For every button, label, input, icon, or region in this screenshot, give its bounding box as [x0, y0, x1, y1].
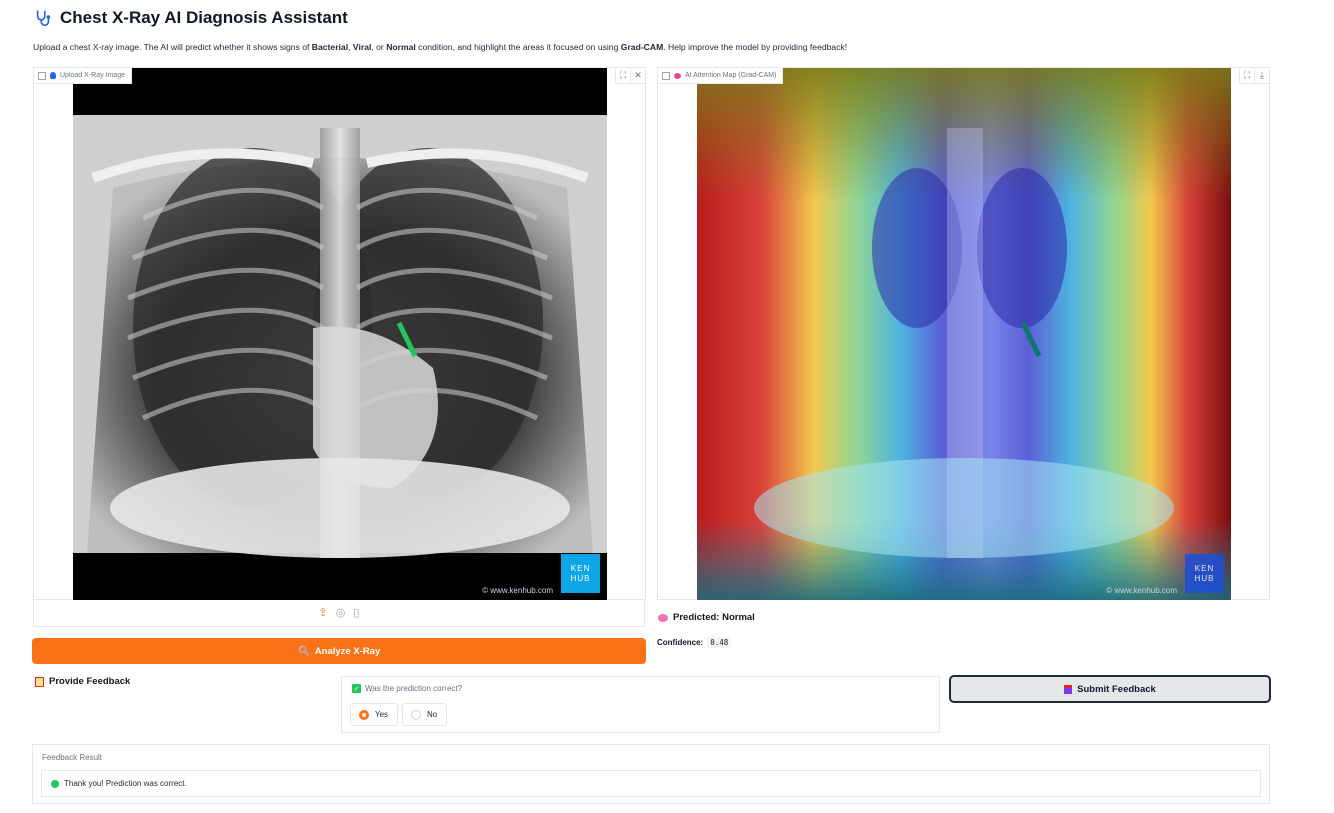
upload-source-bar: ⇪ ◎ ▯ [33, 599, 645, 627]
upload-panel-label: Upload X-Ray Image [34, 68, 132, 84]
magnifier-icon: 🔍︎ [297, 645, 310, 657]
upload-panel-tools: ⛶ ✕ [615, 68, 645, 84]
radio-no[interactable] [411, 709, 421, 720]
inbox-icon [1064, 684, 1073, 694]
feedback-question: ✓ Was the prediction correct? [352, 684, 463, 693]
page-title: Chest X-Ray AI Diagnosis Assistant [34, 8, 348, 28]
stethoscope-icon [36, 10, 51, 26]
kenhub-url: © www.kenhub.com [1106, 586, 1177, 595]
download-icon[interactable]: ⤓ [1254, 68, 1269, 83]
memo-icon [35, 676, 44, 687]
feedback-result-textbox[interactable]: Thank you! Prediction was correct. [41, 770, 1261, 797]
kenhub-url: © www.kenhub.com [482, 586, 553, 595]
confidence-value: 0.48 [707, 637, 732, 648]
kenhub-logo: KEN HUB [1185, 554, 1224, 593]
gradcam-heatmap-image: KEN HUB © www.kenhub.com [697, 68, 1231, 600]
feedback-radio-group: ✓ Was the prediction correct? Yes No [341, 676, 940, 733]
image-icon [662, 71, 670, 80]
uploaded-xray-image: KEN HUB © www.kenhub.com [73, 68, 607, 600]
upload-icon[interactable]: ⇪ [319, 606, 328, 619]
feedback-result-panel: Feedback Result Thank you! Prediction wa… [32, 744, 1270, 804]
radio-yes[interactable] [359, 709, 369, 720]
brain-icon [658, 613, 668, 622]
image-icon [38, 71, 46, 80]
submit-feedback-button[interactable]: Submit Feedback [949, 675, 1271, 703]
fullscreen-icon[interactable]: ⛶ [1240, 68, 1254, 83]
analyze-xray-button[interactable]: 🔍︎ Analyze X-Ray [32, 638, 646, 664]
green-circle-icon [51, 779, 59, 788]
clipboard-icon[interactable]: ▯ [353, 606, 359, 619]
upload-image-panel[interactable]: Upload X-Ray Image ⛶ ✕ KEN HUB © www.ken… [33, 67, 646, 600]
webcam-icon[interactable]: ◎ [336, 606, 346, 619]
brain-icon [674, 72, 681, 79]
option-yes[interactable]: Yes [350, 703, 398, 726]
close-icon[interactable]: ✕ [630, 68, 645, 83]
gradcam-panel-label: AI Attention Map (Grad-CAM) [658, 68, 784, 84]
app-description: Upload a chest X-ray image. The AI will … [33, 42, 848, 52]
person-icon [50, 72, 56, 79]
confidence-display: Confidence: 0.48 [657, 637, 732, 648]
heatmap-illustration [697, 68, 1231, 600]
feedback-result-label: Feedback Result [42, 753, 103, 762]
xray-illustration [73, 115, 607, 558]
gradcam-panel-tools: ⛶ ⤓ [1239, 68, 1269, 84]
prediction-result: Predicted: Normal [658, 612, 755, 623]
feedback-section-title: Provide Feedback [35, 676, 130, 687]
app-title: Chest X-Ray AI Diagnosis Assistant [60, 8, 348, 27]
gradcam-panel: AI Attention Map (Grad-CAM) ⛶ ⤓ KEN HUB … [657, 67, 1270, 600]
checkmark-icon: ✓ [352, 684, 361, 693]
kenhub-logo: KEN HUB [561, 554, 600, 593]
fullscreen-icon[interactable]: ⛶ [616, 68, 630, 83]
option-no[interactable]: No [402, 703, 447, 726]
